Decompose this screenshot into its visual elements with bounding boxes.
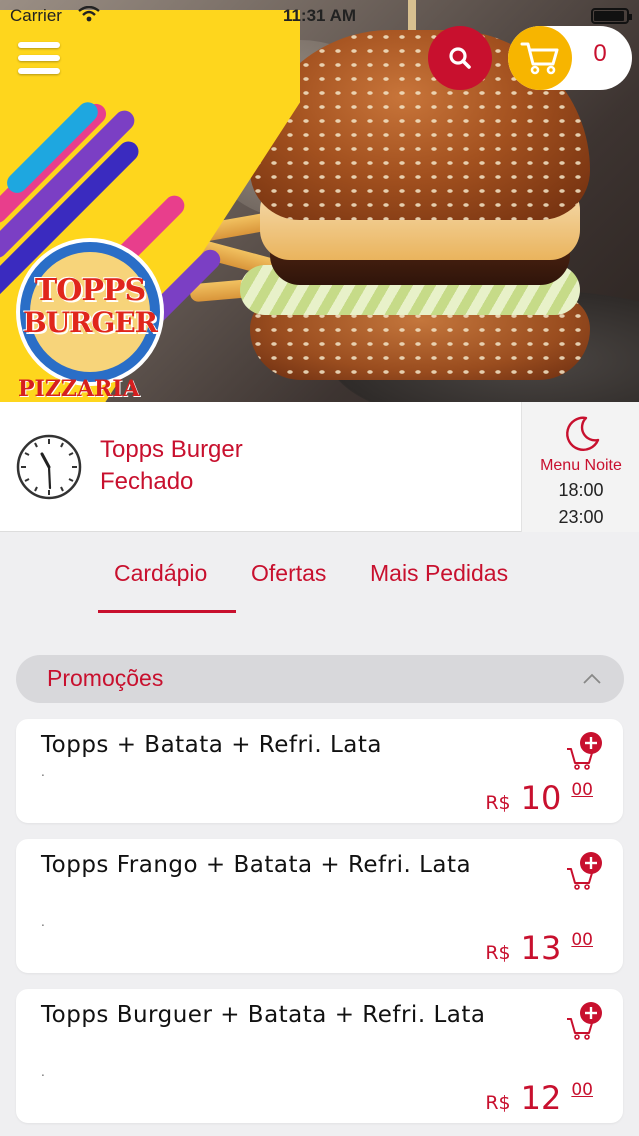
add-to-cart-icon[interactable] xyxy=(565,851,605,891)
cart-button[interactable]: 0 xyxy=(508,26,632,90)
open-time: 18:00 xyxy=(558,480,604,500)
section-title: Promoções xyxy=(47,665,164,691)
clock-icon xyxy=(16,434,82,500)
store-status: Fechado xyxy=(100,468,194,495)
product-card[interactable]: Topps Burguer + Batata + Refri. Lata . R… xyxy=(16,989,623,1123)
store-name: Topps Burger xyxy=(100,436,243,463)
status-time: 11:31 AM xyxy=(282,6,357,25)
product-price: R$ 10 00 xyxy=(485,779,593,817)
logo-text-line2: BURGER xyxy=(23,306,158,339)
price-integer: 12 xyxy=(520,1079,562,1117)
product-name: Topps + Batata + Refri. Lata xyxy=(41,732,382,758)
product-price: R$ 12 00 xyxy=(485,1079,593,1117)
search-icon xyxy=(449,47,471,69)
tab-mais-pedidas[interactable]: Mais Pedidas xyxy=(370,560,508,607)
brand-logo: TOPPS BURGER xyxy=(16,238,164,386)
logo-subtitle: PIZZARIA xyxy=(18,376,140,402)
price-cents: 00 xyxy=(571,1080,593,1100)
product-description: . xyxy=(41,1065,45,1079)
product-description: . xyxy=(41,765,45,779)
product-card[interactable]: Topps Frango + Batata + Refri. Lata . R$… xyxy=(16,839,623,973)
tab-ofertas[interactable]: Ofertas xyxy=(251,560,326,607)
close-time: 23:00 xyxy=(558,507,604,527)
price-cents: 00 xyxy=(571,930,593,950)
price-currency: R$ xyxy=(485,792,511,814)
price-integer: 10 xyxy=(520,779,562,817)
moon-icon xyxy=(566,416,600,451)
add-to-cart-icon[interactable] xyxy=(565,731,605,771)
price-integer: 13 xyxy=(520,929,562,967)
chevron-up-icon xyxy=(583,673,601,684)
product-description: . xyxy=(41,915,45,929)
hamburger-menu-icon[interactable] xyxy=(18,42,60,76)
search-button[interactable] xyxy=(428,26,492,90)
category-tabs: Cardápio Ofertas Mais Pedidas xyxy=(0,560,639,620)
price-currency: R$ xyxy=(485,1092,511,1114)
battery-icon xyxy=(591,8,632,24)
add-to-cart-icon[interactable] xyxy=(565,1001,605,1041)
price-currency: R$ xyxy=(485,942,511,964)
product-name: Topps Burguer + Batata + Refri. Lata xyxy=(41,1002,486,1028)
price-cents: 00 xyxy=(571,780,593,800)
product-price: R$ 13 00 xyxy=(485,929,593,967)
product-card[interactable]: Topps + Batata + Refri. Lata . R$ 10 00 xyxy=(16,719,623,823)
section-header-promocoes[interactable]: Promoções xyxy=(16,655,624,703)
active-tab-indicator xyxy=(98,610,236,613)
product-name: Topps Frango + Batata + Refri. Lata xyxy=(41,852,472,878)
menu-schedule[interactable]: Menu Noite 18:00 23:00 xyxy=(521,402,639,532)
cart-icon xyxy=(508,26,572,90)
cart-count: 0 xyxy=(593,40,607,67)
menu-schedule-label: Menu Noite xyxy=(540,457,622,474)
store-info-bar: Topps Burger Fechado Menu Noite 18:00 23… xyxy=(0,402,639,532)
tab-cardapio[interactable]: Cardápio xyxy=(114,560,207,607)
logo-text-line1: TOPPS xyxy=(34,273,146,308)
